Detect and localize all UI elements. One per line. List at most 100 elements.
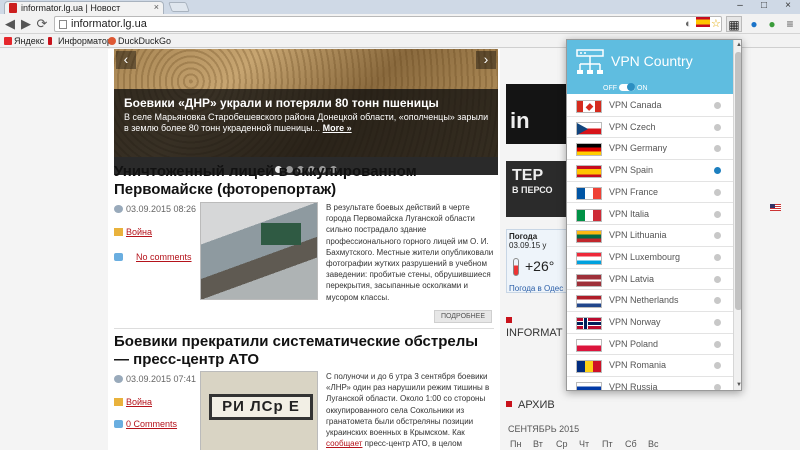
country-radio[interactable] [714,275,721,283]
extension-globe-icon[interactable]: ● [746,16,762,32]
vpn-country-item[interactable]: VPN France [567,181,733,204]
article-title[interactable]: Боевики прекратили систематические обстр… [114,333,494,369]
vpn-country-item[interactable]: VPN Netherlands [567,290,733,312]
article-date: 03.09.2015 08:26 [114,204,196,214]
country-radio[interactable] [714,362,721,370]
tab-strip: informator.lg.ua | Новост × – □ × [0,0,800,14]
slider-next-icon[interactable]: › [476,51,496,69]
country-label: VPN Russia [609,382,658,391]
scroll-thumb[interactable] [735,52,741,310]
forward-button[interactable]: ▶ [18,16,34,32]
bookmark-duckduckgo[interactable]: DuckDuckGo [108,36,171,47]
country-label: VPN Romania [609,360,667,371]
back-button[interactable]: ◀ [2,16,18,32]
news-slider[interactable]: ‹ › Боевики «ДНР» украли и потеряли 80 т… [114,49,498,157]
slider-text: В селе Марьяновка Старобешевского района… [124,112,494,134]
vpn-country-item[interactable]: VPN Canada [567,95,733,117]
vpn-country-item[interactable]: VPN Spain [567,160,733,182]
article-comments: No comments [114,252,192,262]
country-label: VPN France [609,186,659,197]
slider-more-link[interactable]: More » [323,123,352,133]
informator-heading: INFORMAT [506,315,570,339]
article-date: 03.09.2015 07:41 [114,374,196,384]
new-tab-button[interactable] [168,2,190,12]
vpn-country-item[interactable]: VPN Lithuania [567,225,733,247]
toggle-track[interactable] [619,83,635,91]
ad-banner-terror[interactable]: ТЕР В ПЕРСО [506,161,570,217]
weather-temp: +26° [525,258,555,274]
scroll-up-icon[interactable]: ▲ [735,42,741,50]
minimize-button[interactable]: – [728,0,752,14]
country-radio[interactable] [714,167,721,175]
scroll-down-icon[interactable]: ▼ [735,382,741,390]
country-radio[interactable] [714,384,721,390]
bookmark-informator[interactable]: Информатор [48,36,112,47]
menu-icon[interactable]: ≡ [782,16,798,32]
comments-link[interactable]: 0 Comments [126,419,177,429]
date-text: 03.09.2015 08:26 [126,204,197,214]
vpn-country-item[interactable]: VPN Latvia [567,268,733,291]
country-flag-icon [576,143,602,157]
weather-location-link[interactable]: Погода в Одес [509,284,563,293]
country-radio[interactable] [714,145,721,153]
toggle-off-label: OFF [603,85,617,92]
category-link[interactable]: Война [126,227,152,237]
vpn-country-item[interactable]: VPN Romania [567,355,733,378]
vpn-country-item[interactable]: VPN Luxembourg [567,246,733,269]
weather-widget[interactable]: Погода 03.09.15 у +26° Погода в Одес [506,229,570,293]
article-image[interactable]: РИ ЛСр Е [200,371,318,450]
browser-tab[interactable]: informator.lg.ua | Новост × [4,1,164,14]
reload-button[interactable]: ⟳ [34,16,50,32]
vpn-scrollbar[interactable]: ▲ ▼ [733,40,741,390]
road-sign-graphic: РИ ЛСр Е [209,394,313,420]
vpn-power-toggle[interactable]: OFF ON [603,83,648,92]
address-bar[interactable]: informator.lg.ua ◐ ☆ [54,16,722,32]
maximize-button[interactable]: □ [752,0,776,14]
toggle-knob [627,83,635,91]
country-flag-icon [576,165,602,179]
us-flag-icon[interactable] [770,204,781,211]
country-radio[interactable] [714,123,721,131]
vpn-country-item[interactable]: VPN Russia [567,377,733,391]
country-radio[interactable] [714,340,721,348]
country-label: VPN Czech [609,121,656,132]
article-text: В результате боевых действий в черте гор… [326,203,494,302]
vpn-country-item[interactable]: VPN Poland [567,333,733,356]
country-label: VPN Netherlands [609,295,679,306]
folder-icon [114,398,123,406]
country-flag-icon [576,208,602,222]
close-window-button[interactable]: × [776,0,800,14]
read-more-button[interactable]: ПОДРОБНЕЕ [434,310,492,323]
slider-prev-icon[interactable]: ‹ [116,51,136,69]
country-radio[interactable] [714,188,721,196]
vpn-country-item[interactable]: VPN Germany [567,138,733,161]
bookmark-yandex[interactable]: Яндекс [4,36,44,47]
country-radio[interactable] [714,319,721,326]
vpn-country-item[interactable]: VPN Czech [567,116,733,139]
comments-link[interactable]: No comments [136,252,192,262]
ad-banner[interactable]: in [506,84,570,144]
article-title[interactable]: Уничтоженный лицей в оккупированном Перв… [114,163,494,199]
source-link[interactable]: сообщает [326,439,362,448]
vpn-country-item[interactable]: VPN Italia [567,203,733,226]
vpn-extension-button[interactable]: ▦ [726,16,742,32]
article-image[interactable] [200,202,318,300]
shield-icon[interactable]: ◐ [685,18,692,30]
bookmark-star-icon[interactable]: ☆ [711,18,721,30]
country-radio[interactable] [714,102,721,109]
text-part: С полуночи и до 6 утра 3 сентября боевик… [326,372,490,438]
browser-toolbar: ◀ ▶ ⟳ informator.lg.ua ◐ ☆ ▦ ● ● ≡ [0,14,800,34]
country-radio[interactable] [714,297,721,305]
article-category: Война [114,397,152,407]
country-radio[interactable] [714,232,721,240]
vpn-country-item[interactable]: VPN Norway [567,312,733,334]
extension-green-icon[interactable]: ● [764,16,780,32]
article-comments: 0 Comments [114,419,177,429]
country-radio[interactable] [714,253,721,261]
weekday: Вс [648,439,659,449]
slider-title[interactable]: Боевики «ДНР» украли и потеряли 80 тонн … [124,96,494,110]
category-link[interactable]: Война [126,397,152,407]
bookmark-label: Информатор [58,36,112,46]
country-radio[interactable] [714,210,721,218]
tab-close-icon[interactable]: × [154,2,159,12]
